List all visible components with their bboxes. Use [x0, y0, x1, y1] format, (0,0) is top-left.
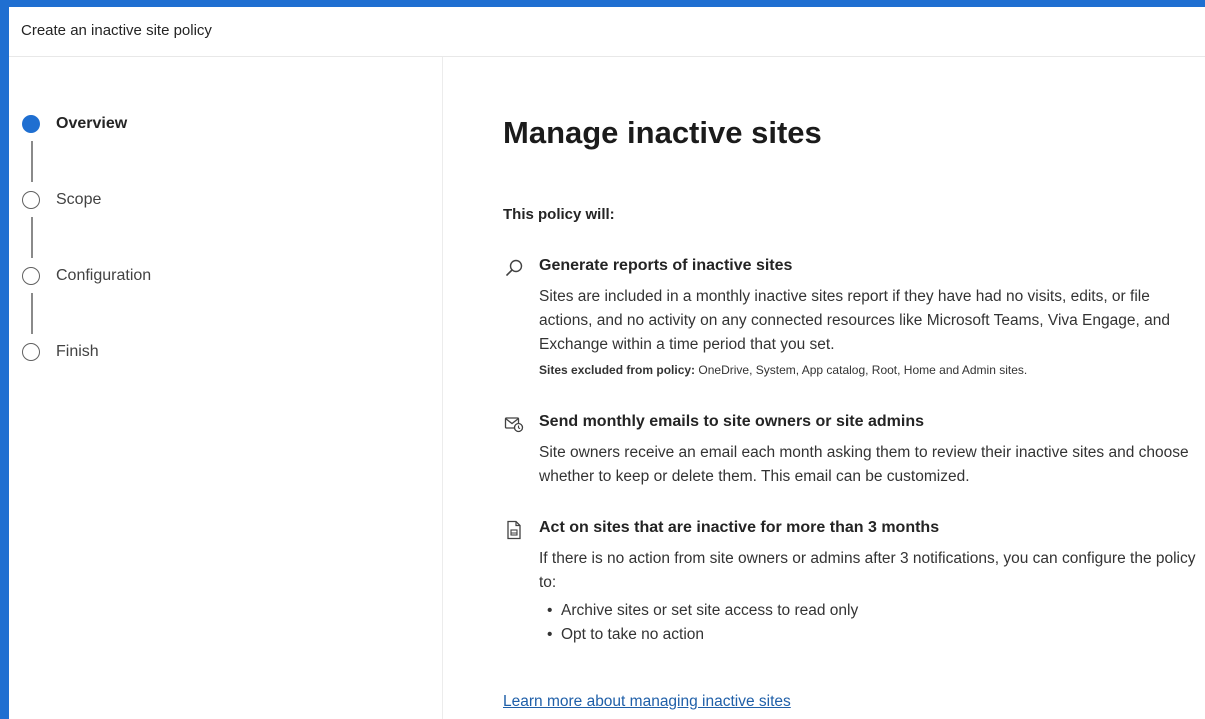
- step-label: Finish: [56, 343, 99, 360]
- list-item: Opt to take no action: [539, 623, 858, 647]
- feature-send-emails: Send monthly emails to site owners or si…: [503, 413, 1203, 493]
- title-bar: Create an inactive site policy: [9, 7, 1205, 57]
- feature-description: Sites are included in a monthly inactive…: [539, 288, 1170, 353]
- step-pending-indicator-icon: [22, 191, 40, 209]
- step-overview[interactable]: Overview: [22, 112, 127, 136]
- step-finish[interactable]: Finish: [22, 340, 99, 364]
- step-pending-indicator-icon: [22, 267, 40, 285]
- excluded-sites-label: Sites excluded from policy:: [539, 363, 696, 377]
- excluded-sites-note: Sites excluded from policy: OneDrive, Sy…: [539, 363, 1027, 377]
- step-connector: [31, 217, 33, 258]
- action-options-list: Archive sites or set site access to read…: [539, 599, 858, 647]
- main-content: Manage inactive sites This policy will: …: [444, 57, 1205, 719]
- step-connector: [31, 293, 33, 334]
- window-title: Create an inactive site policy: [21, 22, 212, 39]
- page-title: Manage inactive sites: [503, 115, 822, 150]
- policy-intro: This policy will:: [503, 206, 615, 223]
- feature-generate-reports: Generate reports of inactive sites Sites…: [503, 257, 1203, 387]
- step-configuration[interactable]: Configuration: [22, 264, 151, 288]
- step-connector: [31, 141, 33, 182]
- feature-heading: Generate reports of inactive sites: [539, 257, 793, 274]
- mail-clock-icon: [503, 413, 525, 435]
- excluded-sites-value: OneDrive, System, App catalog, Root, Hom…: [695, 363, 1028, 377]
- feature-heading: Act on sites that are inactive for more …: [539, 519, 940, 536]
- feature-description: If there is no action from site owners o…: [539, 550, 1196, 591]
- step-label: Overview: [56, 115, 128, 132]
- feature-act-on-sites: Act on sites that are inactive for more …: [503, 519, 1203, 659]
- feature-heading: Send monthly emails to site owners or si…: [539, 413, 924, 430]
- step-current-indicator-icon: [22, 115, 40, 133]
- list-item: Archive sites or set site access to read…: [539, 599, 858, 623]
- step-pending-indicator-icon: [22, 343, 40, 361]
- learn-more-link[interactable]: Learn more about managing inactive sites: [503, 693, 791, 711]
- document-report-icon: [503, 519, 525, 541]
- step-label: Scope: [56, 191, 102, 208]
- step-label: Configuration: [56, 267, 152, 284]
- search-icon: [503, 257, 525, 279]
- feature-description: Site owners receive an email each month …: [539, 444, 1189, 485]
- wizard-steps-pane: Overview Scope Configuration Finish: [9, 57, 443, 719]
- step-scope[interactable]: Scope: [22, 188, 101, 212]
